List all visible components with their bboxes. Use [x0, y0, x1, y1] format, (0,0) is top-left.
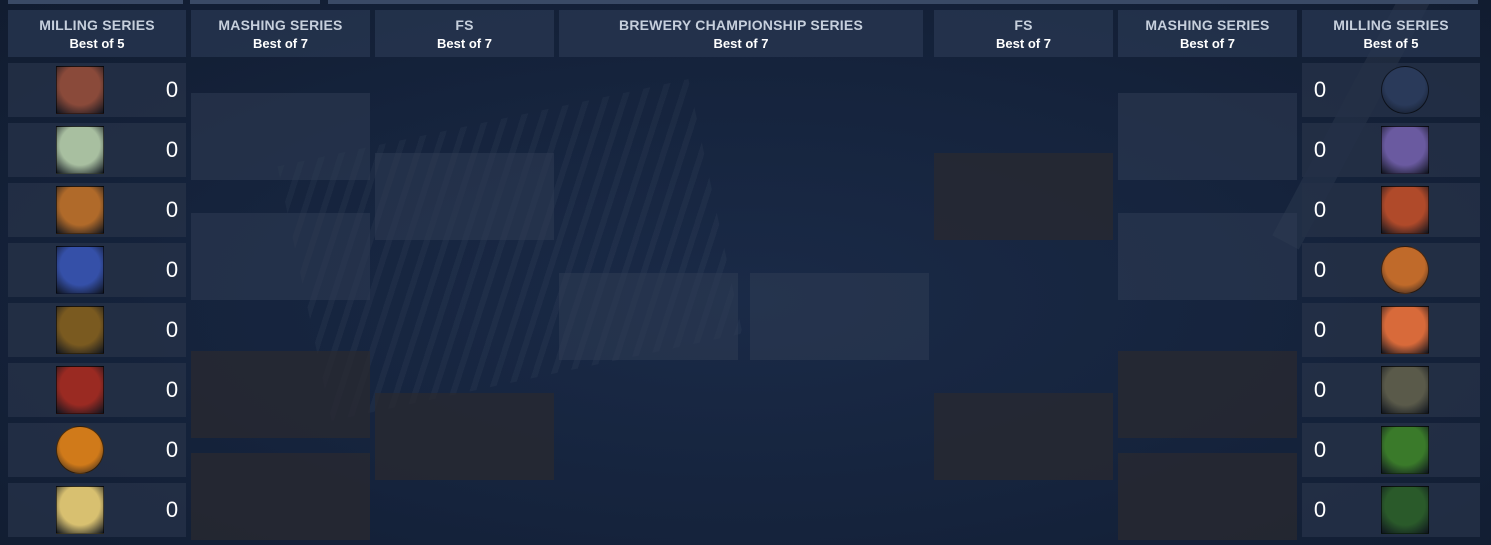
team-logo: [56, 66, 104, 114]
series-score: 0: [165, 197, 179, 222]
matchup-slot-mashing-left-3[interactable]: [191, 351, 370, 438]
series-score: 0: [1313, 317, 1327, 342]
team-logo: [56, 426, 104, 474]
round-header-fs-right: FS Best of 7: [934, 10, 1113, 57]
team-logo: [1381, 126, 1429, 174]
series-score: 0: [165, 377, 179, 402]
seed-left-3[interactable]: 0: [8, 183, 186, 237]
round-subtitle: Best of 5: [69, 36, 125, 51]
series-score: 0: [165, 137, 179, 162]
round-title: FS: [455, 17, 474, 33]
seed-right-7[interactable]: 0: [1302, 423, 1480, 477]
matchup-slot-fs-left-1[interactable]: [375, 153, 554, 240]
round-subtitle: Best of 7: [253, 36, 308, 51]
seed-right-3[interactable]: 0: [1302, 183, 1480, 237]
team-logo: [1381, 186, 1429, 234]
round-header-mashing-right: MASHING SERIES Best of 7: [1118, 10, 1297, 57]
team-logo: [1381, 66, 1429, 114]
seed-right-5[interactable]: 0: [1302, 303, 1480, 357]
series-score: 0: [1313, 257, 1327, 282]
team-logo: [1381, 486, 1429, 534]
matchup-slot-mashing-left-1[interactable]: [191, 93, 370, 180]
series-score: 0: [1313, 197, 1327, 222]
seed-left-6[interactable]: 0: [8, 363, 186, 417]
team-logo: [1381, 426, 1429, 474]
seed-right-1[interactable]: 0: [1302, 63, 1480, 117]
matchup-slot-mashing-right-2[interactable]: [1118, 213, 1297, 300]
series-score: 0: [1313, 77, 1327, 102]
team-logo: [1381, 306, 1429, 354]
round-title: BREWERY CHAMPIONSHIP SERIES: [619, 17, 863, 33]
round-title: FS: [1014, 17, 1033, 33]
round-header-championship: BREWERY CHAMPIONSHIP SERIES Best of 7: [559, 10, 923, 57]
seed-right-4[interactable]: 0: [1302, 243, 1480, 297]
round-header-fs-left: FS Best of 7: [375, 10, 554, 57]
series-score: 0: [1313, 137, 1327, 162]
seed-left-7[interactable]: 0: [8, 423, 186, 477]
team-logo: [56, 306, 104, 354]
seed-right-6[interactable]: 0: [1302, 363, 1480, 417]
seed-left-1[interactable]: 0: [8, 63, 186, 117]
team-logo: [1381, 246, 1429, 294]
round-title: MILLING SERIES: [39, 17, 155, 33]
round-header-milling-left: MILLING SERIES Best of 5: [8, 10, 186, 57]
seed-right-8[interactable]: 0: [1302, 483, 1480, 537]
team-logo: [1381, 366, 1429, 414]
matchup-slot-mashing-left-2[interactable]: [191, 213, 370, 300]
series-score: 0: [165, 437, 179, 462]
round-header-milling-right: MILLING SERIES Best of 5: [1302, 10, 1480, 57]
series-score: 0: [165, 317, 179, 342]
matchup-slot-fs-right-2[interactable]: [934, 393, 1113, 480]
round-title: MILLING SERIES: [1333, 17, 1449, 33]
seed-right-2[interactable]: 0: [1302, 123, 1480, 177]
round-title: MASHING SERIES: [218, 17, 343, 33]
team-logo: [56, 246, 104, 294]
seed-left-4[interactable]: 0: [8, 243, 186, 297]
round-title: MASHING SERIES: [1145, 17, 1270, 33]
seed-left-2[interactable]: 0: [8, 123, 186, 177]
top-divider-mid: [190, 0, 320, 4]
matchup-slot-mashing-right-1[interactable]: [1118, 93, 1297, 180]
team-logo: [56, 126, 104, 174]
matchup-slot-mashing-right-4[interactable]: [1118, 453, 1297, 540]
matchup-slot-fs-left-2[interactable]: [375, 393, 554, 480]
matchup-slot-championship-right[interactable]: [750, 273, 929, 360]
top-divider-left: [8, 0, 183, 4]
seed-left-5[interactable]: 0: [8, 303, 186, 357]
series-score: 0: [165, 497, 179, 522]
seed-left-8[interactable]: 0: [8, 483, 186, 537]
matchup-slot-fs-right-1[interactable]: [934, 153, 1113, 240]
matchup-slot-mashing-right-3[interactable]: [1118, 351, 1297, 438]
team-logo: [56, 186, 104, 234]
round-subtitle: Best of 7: [996, 36, 1051, 51]
round-subtitle: Best of 7: [437, 36, 492, 51]
series-score: 0: [1313, 497, 1327, 522]
team-logo: [56, 486, 104, 534]
series-score: 0: [165, 257, 179, 282]
top-divider-right: [328, 0, 1478, 4]
matchup-slot-mashing-left-4[interactable]: [191, 453, 370, 540]
round-subtitle: Best of 5: [1363, 36, 1419, 51]
series-score: 0: [165, 77, 179, 102]
round-subtitle: Best of 7: [1180, 36, 1235, 51]
matchup-slot-championship-left[interactable]: [559, 273, 738, 360]
series-score: 0: [1313, 377, 1327, 402]
round-header-mashing-left: MASHING SERIES Best of 7: [191, 10, 370, 57]
team-logo: [56, 366, 104, 414]
series-score: 0: [1313, 437, 1327, 462]
round-subtitle: Best of 7: [713, 36, 769, 51]
